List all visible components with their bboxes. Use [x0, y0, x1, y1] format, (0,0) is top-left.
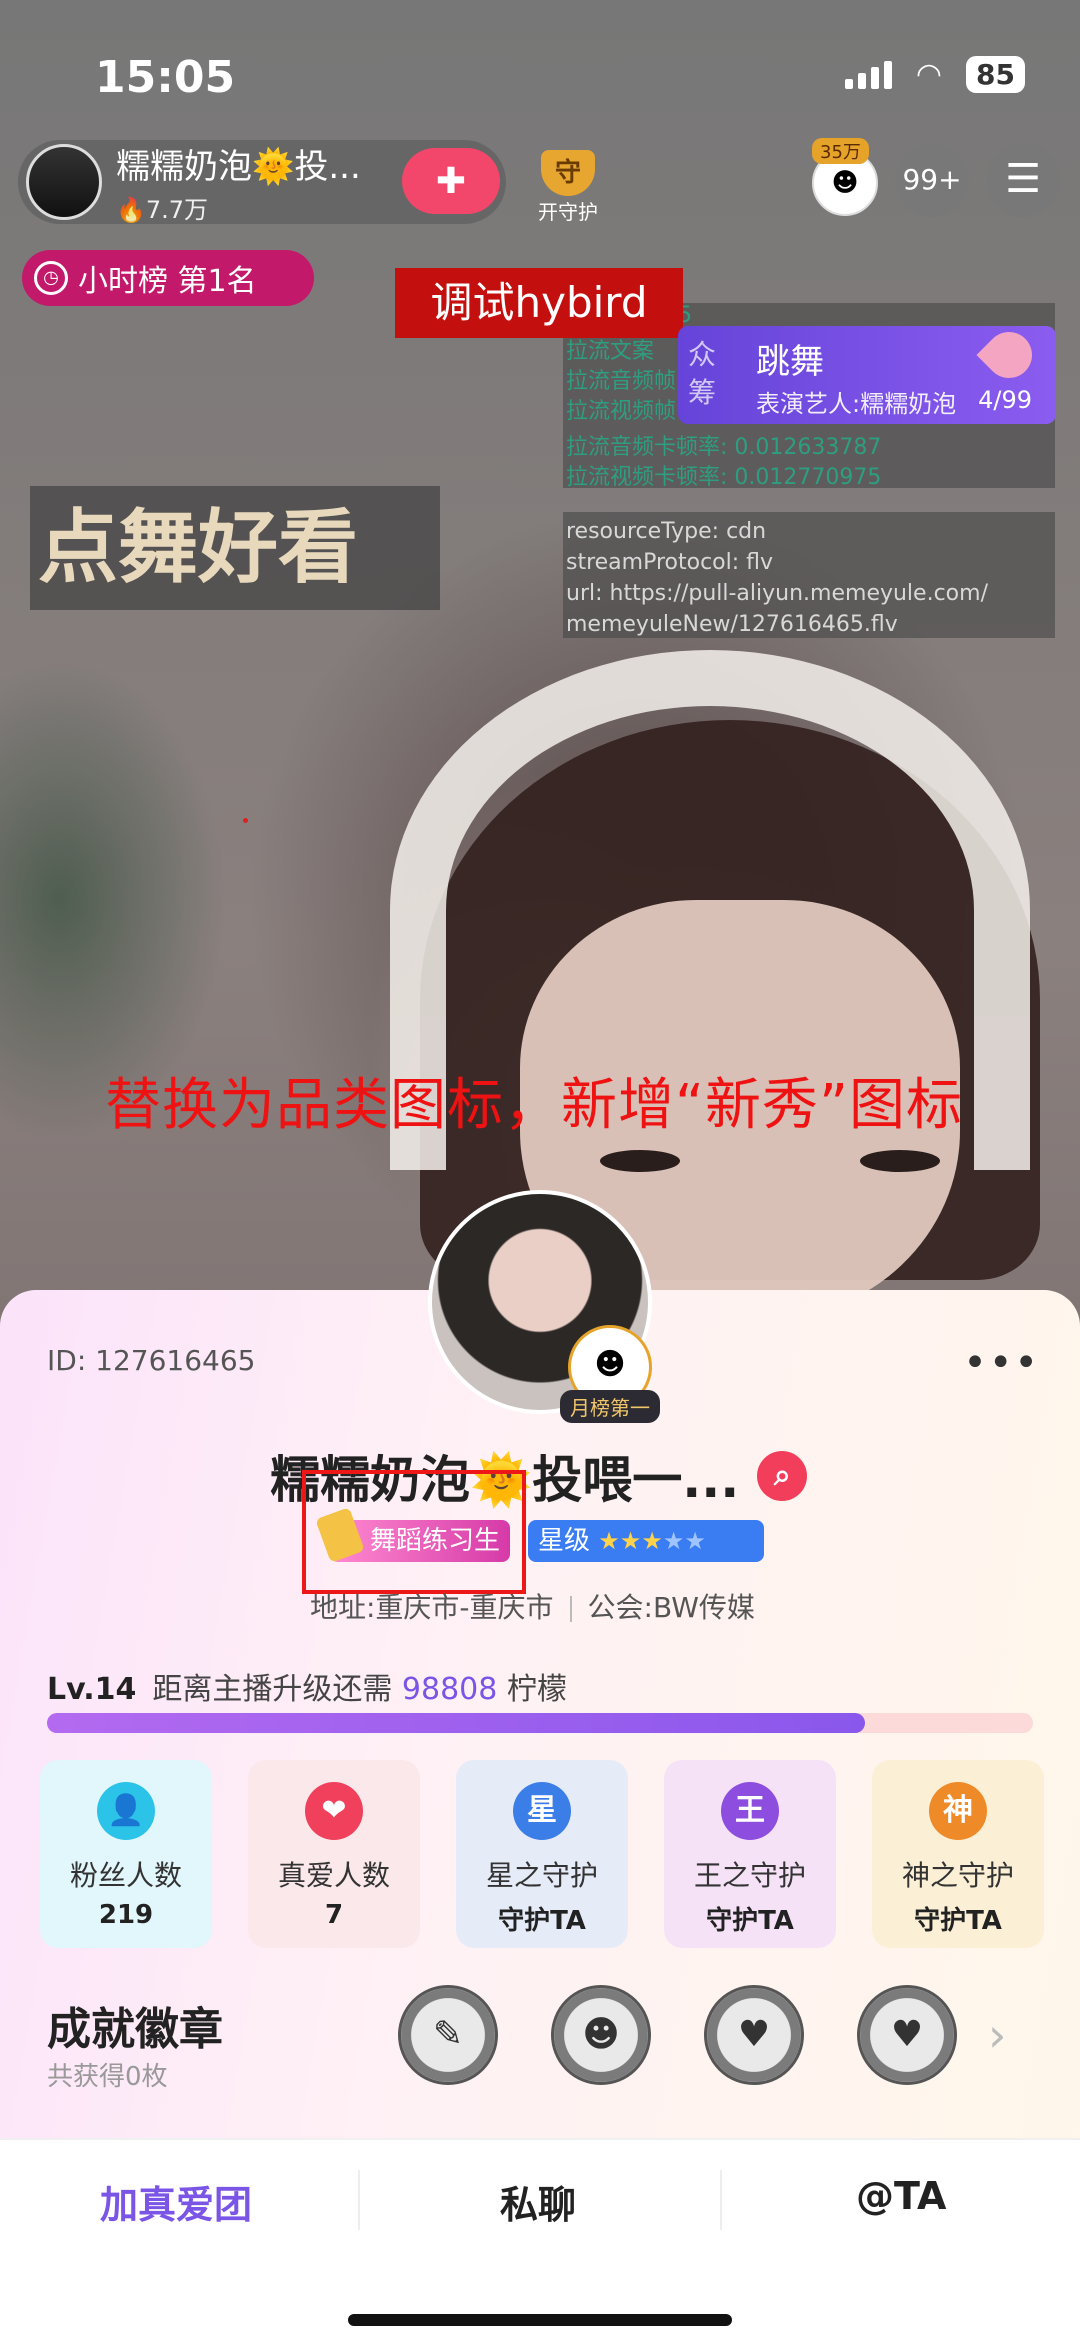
- battery-icon: 85: [966, 56, 1025, 93]
- stream-info-line: resourceType: cdn: [566, 519, 767, 544]
- bottom-action-bar: 加真爱团 私聊 @TA: [0, 2138, 1080, 2260]
- medal-lips-icon[interactable]: ♥: [704, 1985, 804, 2085]
- stat-true-love[interactable]: ❤ 真爱人数 7: [248, 1760, 420, 1948]
- badges-subtitle: 共获得0枚: [47, 2062, 168, 2092]
- divider: [569, 1596, 572, 1622]
- stat-label: 真爱人数: [277, 1859, 390, 1892]
- private-chat-button[interactable]: 私聊: [500, 2174, 576, 2229]
- stream-info-line: streamProtocol: flv: [566, 550, 774, 575]
- dance-title: 跳舞: [756, 342, 824, 382]
- level-progress: [47, 1713, 1033, 1733]
- at-button[interactable]: @TA: [856, 2174, 946, 2218]
- level-line: Lv.14 距离主播升级还需 98808 柠檬: [47, 1664, 567, 1708]
- medal-pen-icon[interactable]: ✎: [398, 1985, 498, 2085]
- heart-icon: ❤: [305, 1782, 363, 1840]
- shield-icon: 守: [541, 150, 595, 196]
- red-dot: [243, 818, 248, 823]
- anchor-heat: 🔥7.7万: [116, 196, 209, 224]
- divider: [720, 2170, 722, 2230]
- stream-info-panel: resourceType: cdn streamProtocol: flv ur…: [563, 512, 1055, 638]
- guard-button[interactable]: 守 开守护: [525, 150, 611, 224]
- debug-line: 拉流音频卡顿率: 0.012633787: [566, 435, 882, 460]
- annotation-text: 替换为品类图标，新增“新秀”图标: [105, 1073, 964, 1138]
- guild-text: 公会:BW传媒: [587, 1591, 755, 1624]
- level-number: 98808: [401, 1672, 498, 1707]
- user-icon: 👤: [97, 1782, 155, 1840]
- viewer-contribution-badge: 35万: [812, 138, 869, 164]
- join-fan-club-button[interactable]: 加真爱团: [100, 2174, 252, 2229]
- level-progress-fill: [47, 1713, 866, 1733]
- medal-heart-icon[interactable]: ♥: [857, 1985, 957, 2085]
- video-eye-right: [860, 1150, 940, 1172]
- heart-plus-icon: ✚: [435, 160, 467, 202]
- dance-subtitle: 表演艺人:糯糯奶泡: [756, 390, 957, 418]
- location-line: 地址:重庆市-重庆市 公会:BW传媒: [310, 1586, 755, 1626]
- anchor-avatar[interactable]: [26, 144, 102, 220]
- clock-icon: ◷: [34, 261, 68, 295]
- stat-god-guard[interactable]: 神 神之守护 守护TA: [872, 1760, 1044, 1948]
- king-guard-icon: 王: [721, 1782, 779, 1840]
- debug-line: 拉流视频卡顿率: 0.012770975: [566, 465, 882, 490]
- stat-value: 7: [324, 1900, 344, 1930]
- video-banner-text: 点舞好看: [30, 486, 440, 610]
- location-text: 地址:重庆市-重庆市: [310, 1591, 554, 1624]
- divider: [358, 2170, 360, 2230]
- star-on-icon: ★★★: [598, 1527, 663, 1555]
- stream-info-line: url: https://pull-aliyun.memeyule.com/: [566, 581, 988, 606]
- viewer-count-button[interactable]: 99+: [895, 143, 969, 217]
- guard-label: 开守护: [538, 200, 598, 224]
- stat-label: 粉丝人数: [69, 1859, 182, 1892]
- badges-title: 成就徽章: [47, 2004, 223, 2055]
- hour-rank-pill[interactable]: ◷ 小时榜 第1名: [22, 250, 314, 306]
- month-rank-badge: 月榜第一: [560, 1390, 660, 1423]
- stat-fans[interactable]: 👤 粉丝人数 219: [40, 1760, 212, 1948]
- stat-label: 神之守护: [901, 1859, 1014, 1892]
- star-level-tag: 星级 ★★★★★: [528, 1520, 764, 1562]
- stat-value: 守护TA: [706, 1906, 794, 1936]
- stat-star-guard[interactable]: 星 星之守护 守护TA: [456, 1760, 628, 1948]
- dance-count: 4/99: [978, 386, 1032, 414]
- rank-label: 小时榜 第1名: [78, 264, 257, 299]
- stat-value: 219: [98, 1900, 154, 1930]
- menu-icon[interactable]: ☰: [986, 143, 1060, 217]
- god-guard-icon: 神: [929, 1782, 987, 1840]
- search-icon[interactable]: ⌕: [757, 1451, 808, 1501]
- stat-king-guard[interactable]: 王 王之守护 守护TA: [664, 1760, 836, 1948]
- signal-icon: [844, 60, 892, 89]
- follow-button[interactable]: ✚: [402, 148, 500, 214]
- more-icon[interactable]: •••: [963, 1340, 1040, 1386]
- dance-crowdfund-card[interactable]: 众筹 跳舞 表演艺人:糯糯奶泡 4/99: [678, 322, 1056, 424]
- video-eye-left: [600, 1150, 680, 1172]
- level-unit: 柠檬: [506, 1672, 567, 1707]
- star-off-icon: ★★: [662, 1527, 706, 1555]
- stream-info-line: memeyuleNew/127616465.flv: [566, 612, 898, 637]
- crowdfund-tag: 众筹: [688, 338, 717, 409]
- anchor-info[interactable]: 糯糯奶泡🌞投... 🔥7.7万 ✚: [18, 140, 506, 224]
- annotation-box: [302, 1470, 526, 1594]
- star-guard-icon: 星: [513, 1782, 571, 1840]
- status-icons: ◠ 85: [844, 56, 1025, 93]
- stat-value: 守护TA: [498, 1906, 586, 1936]
- stat-value: 守护TA: [914, 1906, 1002, 1936]
- profile-id: ID: 127616465: [47, 1344, 256, 1377]
- star-level-label: 星级: [538, 1526, 591, 1556]
- flower-icon: [976, 322, 1042, 388]
- wifi-icon: ◠: [915, 57, 943, 92]
- home-indicator: [348, 2314, 732, 2326]
- debug-line: 拉流视频帧: [566, 399, 677, 424]
- medal-face-icon[interactable]: ☻: [551, 1985, 651, 2085]
- debug-line: 拉流音频帧: [566, 369, 677, 394]
- stat-label: 星之守护: [485, 1859, 598, 1892]
- level-text: 距离主播升级还需: [152, 1672, 393, 1707]
- chevron-right-icon[interactable]: ›: [988, 2008, 1006, 2062]
- stat-label: 王之守护: [693, 1859, 806, 1892]
- level-label: Lv.14: [47, 1672, 137, 1707]
- anchor-name: 糯糯奶泡🌞投...: [116, 147, 361, 187]
- debug-hybrid-button[interactable]: 调试hybird: [395, 268, 683, 338]
- status-time: 15:05: [95, 52, 236, 103]
